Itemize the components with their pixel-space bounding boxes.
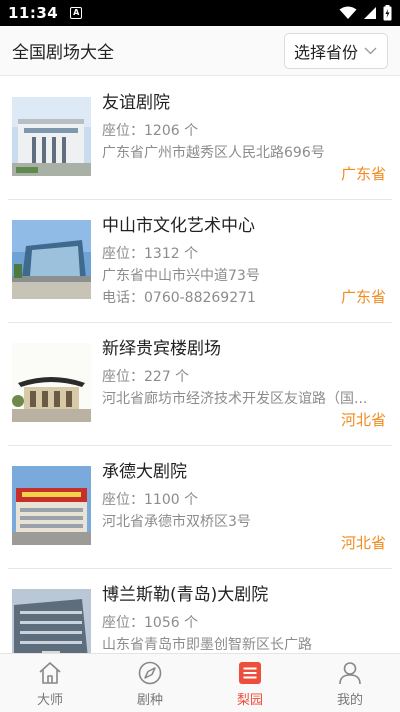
tab-mine[interactable]: 我的 [300, 654, 400, 712]
theater-list[interactable]: 友谊剧院 座位：1206 个 广东省广州市越秀区人民北路696号 广东省 中山市… [0, 77, 400, 653]
theater-name: 承德大剧院 [102, 462, 187, 482]
theater-photo [12, 343, 91, 422]
theater-item[interactable]: 中山市文化艺术中心 座位：1312 个 广东省中山市兴中道73号 电话：0760… [8, 200, 392, 323]
theater-seats: 座位：1312 个 [102, 246, 199, 262]
user-icon [339, 661, 361, 684]
status-bar: 11:34 A [0, 0, 400, 26]
chevron-down-icon [364, 47, 377, 54]
battery-icon [383, 5, 392, 21]
page-title: 全国剧场大全 [12, 43, 114, 63]
theater-photo [12, 466, 91, 545]
theater-item[interactable]: 新绎贵宾楼剧场 座位：227 个 河北省廊坊市经济技术开发区友谊路（国... 河… [8, 323, 392, 446]
wifi-icon [339, 6, 357, 19]
app-header: 全国剧场大全 选择省份 [0, 26, 400, 76]
tab-pear-garden[interactable]: 梨园 [200, 654, 300, 712]
theater-seats: 座位：1206 个 [102, 123, 199, 139]
home-icon [39, 661, 61, 684]
tab-genres[interactable]: 剧种 [100, 654, 200, 712]
province-tag: 河北省 [340, 411, 386, 429]
bottom-tab-bar: 大师 剧种 梨园 我的 [0, 653, 400, 712]
theater-address: 广东省中山市兴中道73号 [102, 268, 260, 284]
theater-name: 友谊剧院 [102, 93, 170, 113]
theater-name: 新绎贵宾楼剧场 [102, 339, 221, 359]
theater-photo [12, 97, 91, 176]
theater-address: 河北省廊坊市经济技术开发区友谊路（国... [102, 391, 368, 407]
list-icon [239, 661, 261, 684]
tab-label: 大师 [36, 692, 63, 708]
theater-seats: 座位：1100 个 [102, 492, 199, 508]
tab-label: 我的 [336, 692, 363, 708]
status-indicators [339, 5, 392, 21]
province-tag: 河北省 [340, 534, 386, 552]
province-tag: 广东省 [340, 288, 386, 306]
theater-address: 河北省承德市双桥区3号 [102, 514, 251, 530]
theater-info: 新绎贵宾楼剧场 座位：227 个 河北省廊坊市经济技术开发区友谊路（国... [102, 337, 388, 410]
status-time: 11:34 [8, 4, 59, 22]
cell-signal-icon [364, 7, 376, 19]
tab-label: 梨园 [236, 692, 263, 708]
province-select[interactable]: 选择省份 [284, 32, 388, 69]
theater-name: 博兰斯勒(青岛)大剧院 [102, 585, 269, 605]
theater-item[interactable]: 承德大剧院 座位：1100 个 河北省承德市双桥区3号 河北省 [8, 446, 392, 569]
province-tag: 广东省 [340, 165, 386, 183]
compass-icon [138, 661, 162, 684]
notification-icon: A [70, 7, 83, 19]
tab-label: 剧种 [136, 692, 163, 708]
theater-photo [12, 589, 91, 653]
theater-info: 友谊剧院 座位：1206 个 广东省广州市越秀区人民北路696号 [102, 91, 388, 164]
theater-seats: 座位：1056 个 [102, 615, 199, 631]
theater-name: 中山市文化艺术中心 [102, 216, 255, 236]
theater-address: 山东省青岛市即墨创智新区长广路 [102, 637, 312, 653]
theater-info: 承德大剧院 座位：1100 个 河北省承德市双桥区3号 [102, 460, 388, 533]
tab-masters[interactable]: 大师 [0, 654, 100, 712]
theater-item[interactable]: 博兰斯勒(青岛)大剧院 座位：1056 个 山东省青岛市即墨创智新区长广路 [8, 569, 392, 653]
theater-photo [12, 220, 91, 299]
theater-item[interactable]: 友谊剧院 座位：1206 个 广东省广州市越秀区人民北路696号 广东省 [8, 77, 392, 200]
province-select-label: 选择省份 [294, 42, 359, 62]
theater-seats: 座位：227 个 [102, 369, 190, 385]
theater-address: 广东省广州市越秀区人民北路696号 [102, 145, 325, 161]
theater-info: 博兰斯勒(青岛)大剧院 座位：1056 个 山东省青岛市即墨创智新区长广路 [102, 583, 388, 653]
